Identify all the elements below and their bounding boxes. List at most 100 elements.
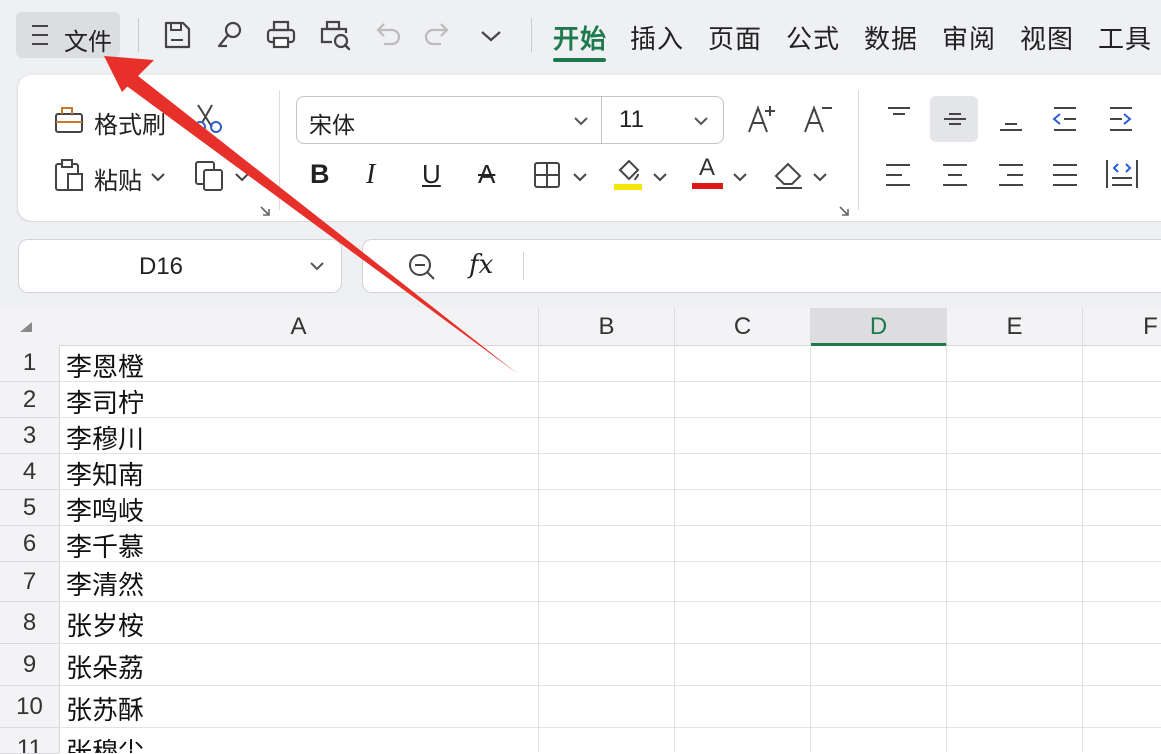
align-right-icon[interactable]: [996, 160, 1026, 190]
zoom-out-icon[interactable]: [407, 252, 437, 282]
cell-a9[interactable]: 张朵荔: [66, 648, 144, 685]
copy-dropdown-icon[interactable]: [234, 172, 250, 182]
name-box[interactable]: D16: [18, 239, 342, 293]
grid-line: [59, 643, 1161, 644]
font-color-icon[interactable]: A: [692, 154, 724, 191]
formula-input[interactable]: fx: [362, 239, 1161, 293]
borders-icon[interactable]: [532, 160, 562, 190]
cell-a3[interactable]: 李穆川: [66, 419, 144, 456]
more-chevron-icon[interactable]: [474, 18, 508, 54]
fill-color-dropdown-icon[interactable]: [652, 172, 668, 182]
save-as-icon[interactable]: [213, 18, 247, 54]
align-center-icon[interactable]: [940, 160, 970, 190]
hamburger-icon: [32, 25, 50, 45]
row-header[interactable]: 7: [0, 562, 59, 602]
grid-line: [59, 417, 1161, 418]
tab-tools[interactable]: 工具: [1098, 19, 1152, 56]
fill-color-icon[interactable]: [612, 156, 644, 192]
print-preview-icon[interactable]: [318, 18, 352, 54]
copy-icon[interactable]: [192, 158, 228, 194]
column-header-f[interactable]: F: [1083, 308, 1161, 345]
row-header[interactable]: 4: [0, 454, 59, 490]
format-painter-label[interactable]: 格式刷: [94, 105, 166, 140]
row-header[interactable]: 5: [0, 490, 59, 526]
distributed-align-icon[interactable]: [1104, 158, 1140, 190]
increase-font-size-icon[interactable]: [746, 102, 778, 134]
justify-icon[interactable]: [1050, 160, 1080, 190]
cell-a4[interactable]: 李知南: [66, 455, 144, 492]
clear-format-dropdown-icon[interactable]: [812, 172, 828, 182]
tab-home[interactable]: 开始: [553, 19, 607, 56]
decrease-font-size-icon[interactable]: [802, 102, 834, 134]
row-header[interactable]: 10: [0, 686, 59, 728]
cell-a1[interactable]: 李恩橙: [66, 347, 144, 384]
paste-dropdown-icon[interactable]: [150, 172, 166, 182]
grid-line: [538, 345, 539, 753]
cut-icon[interactable]: [192, 103, 226, 135]
font-expand-icon[interactable]: [838, 205, 850, 217]
font-name-value[interactable]: 宋体: [309, 106, 355, 140]
strikethrough-button[interactable]: A: [478, 159, 495, 190]
align-top-icon[interactable]: [884, 104, 914, 134]
row-header[interactable]: 8: [0, 602, 59, 644]
cell-a7[interactable]: 李清然: [66, 565, 144, 602]
save-icon[interactable]: [160, 18, 194, 54]
clear-format-icon[interactable]: [772, 158, 806, 190]
tab-formula[interactable]: 公式: [786, 19, 840, 56]
cell-a6[interactable]: 李千慕: [66, 527, 144, 564]
grid-line: [59, 525, 1161, 526]
tab-page[interactable]: 页面: [708, 19, 762, 56]
column-header-a[interactable]: A: [59, 308, 539, 345]
cell-a10[interactable]: 张苏酥: [66, 690, 144, 727]
ribbon-group-divider: [279, 90, 280, 210]
font-selector[interactable]: 宋体 11: [296, 96, 724, 144]
grid-line: [674, 345, 675, 753]
undo-icon[interactable]: [370, 18, 404, 54]
row-header[interactable]: 6: [0, 526, 59, 562]
tab-review[interactable]: 审阅: [942, 19, 996, 56]
cell-a5[interactable]: 李鸣岐: [66, 491, 144, 528]
bold-button[interactable]: B: [310, 159, 330, 190]
column-header-e[interactable]: E: [947, 308, 1083, 345]
cell-a8[interactable]: 张岁桉: [66, 606, 144, 643]
format-painter-icon[interactable]: [52, 102, 88, 136]
column-header-d[interactable]: D: [811, 308, 947, 346]
toolbar-divider: [138, 18, 139, 52]
align-bottom-icon[interactable]: [996, 104, 1026, 134]
grid-line: [59, 685, 1161, 686]
row-header[interactable]: 9: [0, 644, 59, 686]
insert-function-icon[interactable]: fx: [469, 250, 493, 280]
tab-insert[interactable]: 插入: [630, 19, 684, 56]
borders-dropdown-icon[interactable]: [572, 172, 588, 182]
align-middle-icon[interactable]: [940, 104, 970, 134]
increase-indent-icon[interactable]: [1106, 104, 1136, 134]
paste-icon[interactable]: [52, 158, 88, 194]
column-header-c[interactable]: C: [675, 308, 811, 345]
chevron-down-icon[interactable]: [573, 116, 589, 126]
select-all-corner[interactable]: [20, 322, 32, 332]
font-size-value[interactable]: 11: [619, 106, 644, 134]
decrease-indent-icon[interactable]: [1050, 104, 1080, 134]
row-header[interactable]: 3: [0, 418, 59, 454]
row-header[interactable]: 2: [0, 382, 59, 418]
italic-button[interactable]: I: [366, 159, 375, 191]
file-menu-button[interactable]: 文件: [16, 12, 120, 58]
print-icon[interactable]: [264, 18, 298, 54]
cell-a11[interactable]: 张穆尘: [66, 732, 144, 753]
toolbar-divider: [531, 18, 532, 52]
chevron-down-icon[interactable]: [693, 116, 709, 126]
cell-reference[interactable]: D16: [139, 253, 183, 281]
clipboard-expand-icon[interactable]: [259, 205, 271, 217]
tab-data[interactable]: 数据: [864, 19, 918, 56]
column-header-b[interactable]: B: [539, 308, 675, 345]
tab-view[interactable]: 视图: [1020, 19, 1074, 56]
cell-a2[interactable]: 李司柠: [66, 383, 144, 420]
row-header[interactable]: 1: [0, 345, 59, 382]
row-header[interactable]: 11: [0, 728, 59, 754]
align-left-icon[interactable]: [884, 160, 914, 190]
underline-button[interactable]: U: [422, 159, 441, 190]
chevron-down-icon[interactable]: [309, 261, 325, 271]
paste-label[interactable]: 粘贴: [94, 161, 142, 196]
font-color-dropdown-icon[interactable]: [732, 172, 748, 182]
redo-icon[interactable]: [421, 18, 455, 54]
